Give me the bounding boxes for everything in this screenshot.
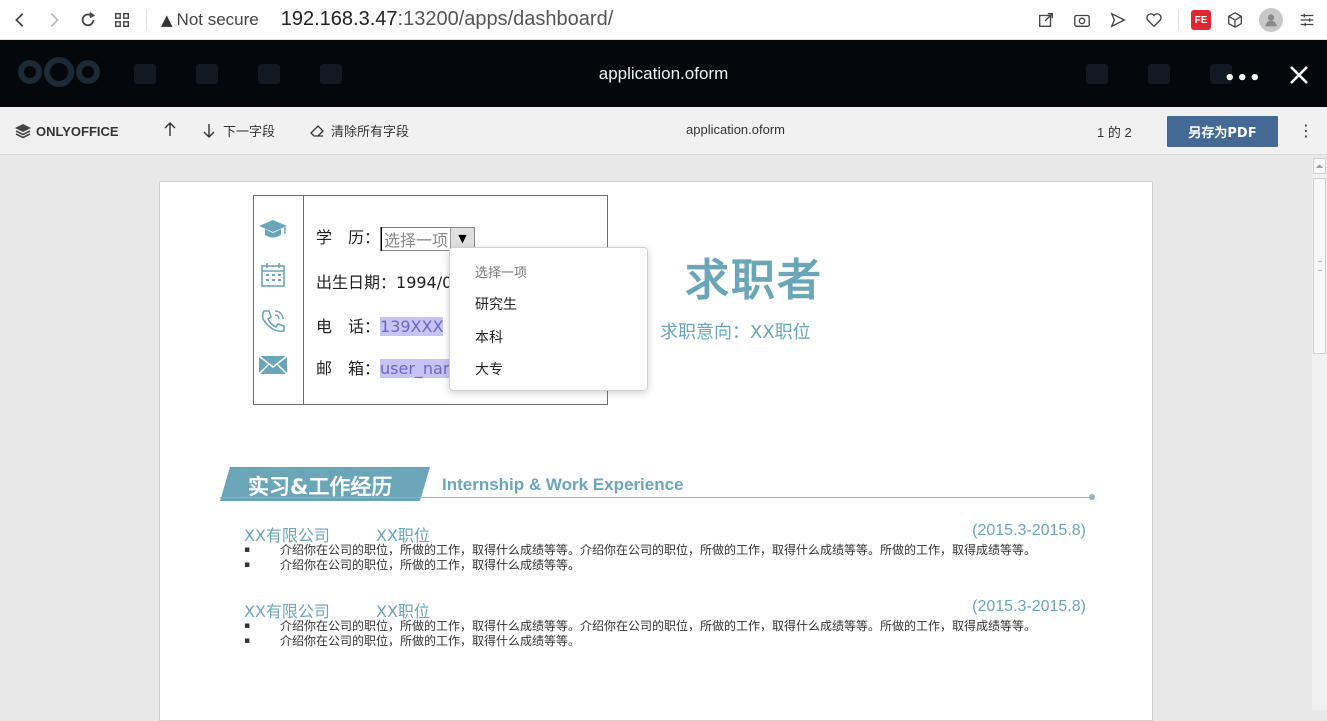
onlyoffice-toolbar: ONLYOFFICE 下一字段 清除所有字段 application.oform… (0, 107, 1327, 155)
job-objective: 求职意向：XX职位 (660, 322, 811, 343)
scroll-up-icon[interactable] (1313, 158, 1326, 174)
job-bullet: 介绍你在公司的职位，所做的工作，取得什么成绩等等。介绍你在公司的职位，所做的工作… (244, 544, 1104, 558)
dropdown-option-college[interactable]: 大专 (475, 359, 503, 379)
back-arrow-icon[interactable] (6, 6, 34, 34)
job-entry: XX有限公司 XX职位 (2015.3-2015.8) 介绍你在公司的职位，所做… (244, 522, 1104, 572)
arrow-up-icon (164, 122, 176, 136)
section-divider-dot (1089, 494, 1095, 500)
phone-row: 电 话：139XXX (316, 313, 444, 337)
job-entry: XX有限公司 XX职位 (2015.3-2015.8) 介绍你在公司的职位，所做… (244, 598, 1104, 648)
email-row: 邮 箱：user_nar (316, 355, 450, 379)
menu-sliders-icon[interactable] (1295, 8, 1319, 32)
scroll-thumb[interactable] (1313, 178, 1326, 354)
toolbar-separator (146, 8, 147, 31)
email-label: 邮 箱： (316, 359, 381, 378)
toolbar-document-title: application.oform (686, 122, 785, 137)
send-icon[interactable] (1106, 8, 1130, 32)
extensions-cube-icon[interactable] (1223, 8, 1247, 32)
extension-fe-icon[interactable]: FE (1191, 10, 1211, 30)
onlyoffice-layers-icon (15, 124, 31, 139)
education-dropdown-menu: 选择一项 研究生 本科 大专 (449, 247, 648, 391)
more-options-icon[interactable]: ••• (1224, 68, 1262, 89)
onlyoffice-logo-text: ONLYOFFICE (36, 123, 119, 139)
graduation-cap-icon (258, 216, 288, 242)
nextcloud-header: application.oform ••• (0, 40, 1327, 107)
toolbar-separator (1178, 9, 1179, 31)
next-field-button[interactable]: 下一字段 (201, 121, 275, 140)
clear-fields-label: 清除所有字段 (331, 125, 410, 140)
next-field-label: 下一字段 (223, 125, 276, 140)
save-as-pdf-button[interactable]: 另存为PDF (1167, 116, 1278, 147)
url-path: :13200/apps/dashboard/ (397, 8, 614, 30)
clear-fields-button[interactable]: 清除所有字段 (309, 121, 409, 140)
education-label: 学 历： (316, 228, 381, 247)
warning-icon: ▲ (161, 10, 173, 29)
section-divider (220, 497, 1092, 498)
education-placeholder: 选择一项 (381, 226, 450, 251)
dropdown-option-placeholder[interactable]: 选择一项 (475, 262, 527, 281)
forward-arrow-icon[interactable] (40, 6, 68, 34)
profile-avatar-icon[interactable] (1259, 8, 1283, 32)
previous-field-button[interactable] (162, 121, 178, 137)
vertical-scrollbar[interactable] (1312, 158, 1327, 710)
job-date: (2015.3-2015.8) (972, 598, 1086, 615)
birth-field[interactable]: 1994/0 (396, 273, 452, 292)
phone-icon (258, 308, 288, 334)
job-date: (2015.3-2015.8) (972, 522, 1086, 539)
browser-toolbar: ▲ Not secure 192.168.3.47:13200/apps/das… (0, 0, 1327, 40)
job-bullet: 介绍你在公司的职位，所做的工作，取得什么成绩等等。介绍你在公司的职位，所做的工作… (244, 620, 1104, 634)
arrow-down-icon (203, 123, 215, 138)
close-icon[interactable] (1286, 62, 1312, 88)
url-host: 192.168.3.47 (280, 8, 398, 30)
section-title-en: Internship & Work Experience (442, 475, 684, 494)
phone-label: 电 话： (316, 317, 381, 336)
eraser-icon (310, 124, 324, 137)
heart-icon[interactable] (1142, 8, 1166, 32)
onlyoffice-logo: ONLYOFFICE (14, 123, 119, 139)
toolbar-more-icon[interactable]: ⋮ (1298, 121, 1314, 141)
dropdown-option-graduate[interactable]: 研究生 (475, 294, 517, 314)
document-title: application.oform (598, 64, 729, 83)
phone-field[interactable]: 139XXX (380, 317, 444, 336)
reload-icon[interactable] (74, 6, 102, 34)
page-indicator: 1 的 2 (1097, 125, 1132, 140)
apps-grid-icon[interactable] (108, 6, 136, 34)
calendar-icon (258, 262, 288, 288)
address-bar[interactable]: ▲ Not secure 192.168.3.47:13200/apps/das… (161, 8, 613, 31)
dropdown-option-bachelor[interactable]: 本科 (475, 327, 503, 347)
security-label: Not secure (176, 9, 259, 29)
job-bullet: 介绍你在公司的职位，所做的工作，取得什么成绩等等。 (244, 559, 1104, 573)
share-icon[interactable] (1034, 8, 1058, 32)
envelope-icon (258, 352, 288, 378)
browser-actions: FE (1034, 0, 1319, 40)
birth-row: 出生日期：1994/0 (316, 269, 452, 293)
document-page: 学 历： 选择一项 ▼ 出生日期：1994/0 电 话：139XXX 邮 箱：use… (159, 181, 1153, 721)
birth-label: 出生日期： (316, 273, 397, 292)
resume-title: 求职者 (685, 255, 823, 306)
email-field[interactable]: user_nar (380, 359, 450, 378)
camera-icon[interactable] (1070, 8, 1094, 32)
job-bullet: 介绍你在公司的职位，所做的工作，取得什么成绩等等。 (244, 635, 1104, 649)
